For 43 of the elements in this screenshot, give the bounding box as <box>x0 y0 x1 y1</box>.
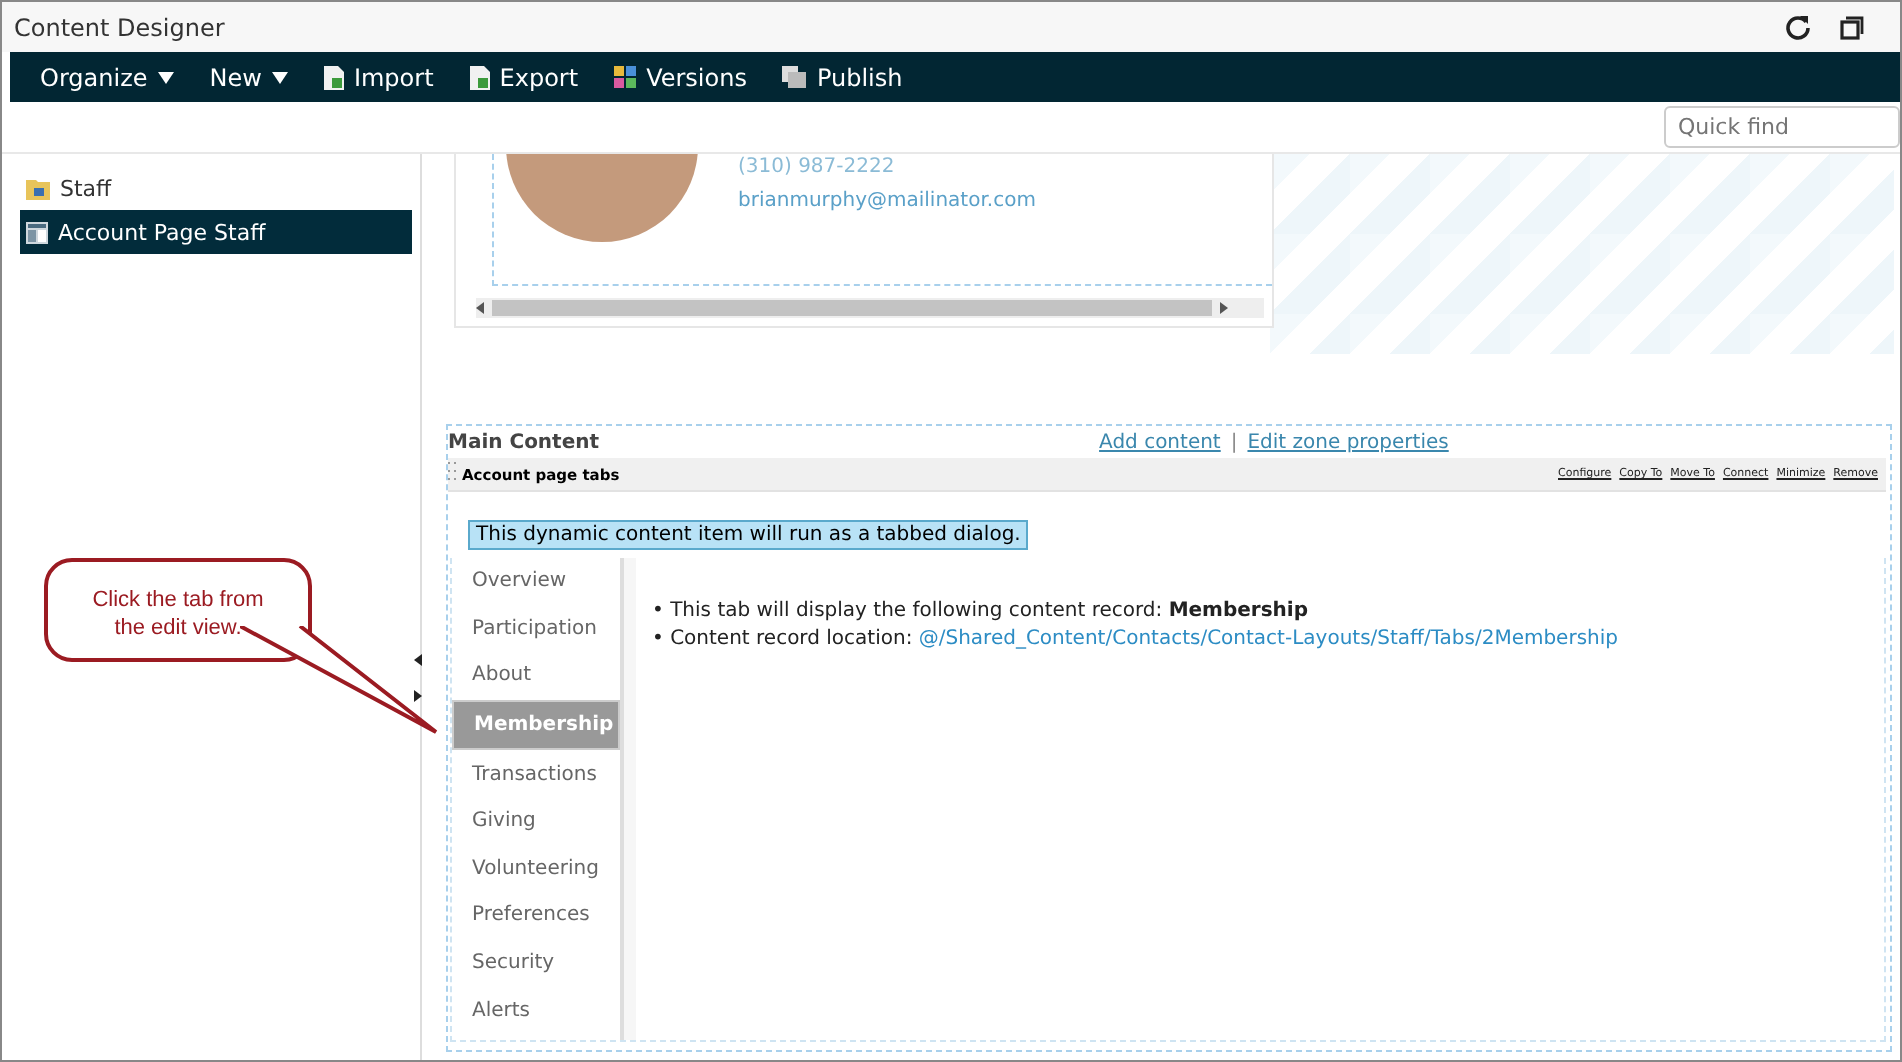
record-location-link[interactable]: @/Shared_Content/Contacts/Contact-Layouts/Staff/Tabs/2Membership <box>918 628 1618 650</box>
vertical-tab[interactable]: Security <box>452 939 620 987</box>
separator: | <box>1230 431 1238 453</box>
vertical-tab[interactable]: Preferences <box>452 892 620 940</box>
toolbar-button[interactable]: Export <box>455 63 593 91</box>
vertical-tab[interactable]: Overview <box>452 558 620 606</box>
toolbar-button[interactable]: Import <box>309 63 448 91</box>
scroll-right-icon[interactable] <box>1220 302 1228 314</box>
bullet-text: • Content record location: @/Shared_Content/Contacts/Contact-Layouts/Staff/Tabs/2Membership <box>652 626 1620 654</box>
window-title: Content Designer <box>14 13 225 41</box>
search-field[interactable]: Quick find <box>1664 106 1900 148</box>
document-icon <box>469 65 490 89</box>
vertical-tab[interactable]: Transactions <box>452 750 620 798</box>
tree-item[interactable]: Staff <box>20 166 412 210</box>
grid-icon <box>614 66 637 88</box>
zone-title: Main Content <box>448 431 600 453</box>
collapse-arrow-icon[interactable] <box>414 654 422 666</box>
toolbar-button[interactable]: Versions <box>600 63 761 91</box>
scroll-left-icon[interactable] <box>476 302 484 314</box>
expand-arrow-icon[interactable] <box>414 690 422 702</box>
caret-icon <box>157 71 174 83</box>
page-layout-icon <box>26 221 48 243</box>
add-content-link[interactable]: Add content <box>1099 431 1221 453</box>
toolbar-button[interactable]: New <box>195 63 302 91</box>
tree-item[interactable]: Account Page Staff <box>20 210 412 254</box>
vertical-tab[interactable]: Alerts <box>452 986 620 1034</box>
notice-banner: This dynamic content item will run as a tabbed dialog. <box>468 520 1029 550</box>
phone-number: (310) 987-2222 <box>738 156 897 178</box>
documents-icon <box>782 66 807 88</box>
restore-icon[interactable] <box>1840 15 1864 39</box>
document-icon <box>323 65 344 89</box>
refresh-icon[interactable] <box>1784 13 1812 41</box>
folder-icon <box>26 177 50 199</box>
toolbar-button[interactable]: Organize <box>26 63 188 91</box>
edit-zone-link[interactable]: Edit zone properties <box>1247 431 1449 453</box>
callout-bubble: Click the tab from the edit view. <box>44 558 312 662</box>
toolbar-button[interactable]: Publish <box>768 63 917 91</box>
vertical-tab[interactable]: Participation <box>452 605 620 653</box>
caret-icon <box>271 71 288 83</box>
vertical-tab[interactable]: Volunteering <box>452 845 620 893</box>
vertical-tab[interactable]: Giving <box>452 797 620 846</box>
bullet-text: • This tab will display the following content record: Membership <box>652 598 1311 626</box>
vertical-tab[interactable]: About <box>452 652 620 700</box>
